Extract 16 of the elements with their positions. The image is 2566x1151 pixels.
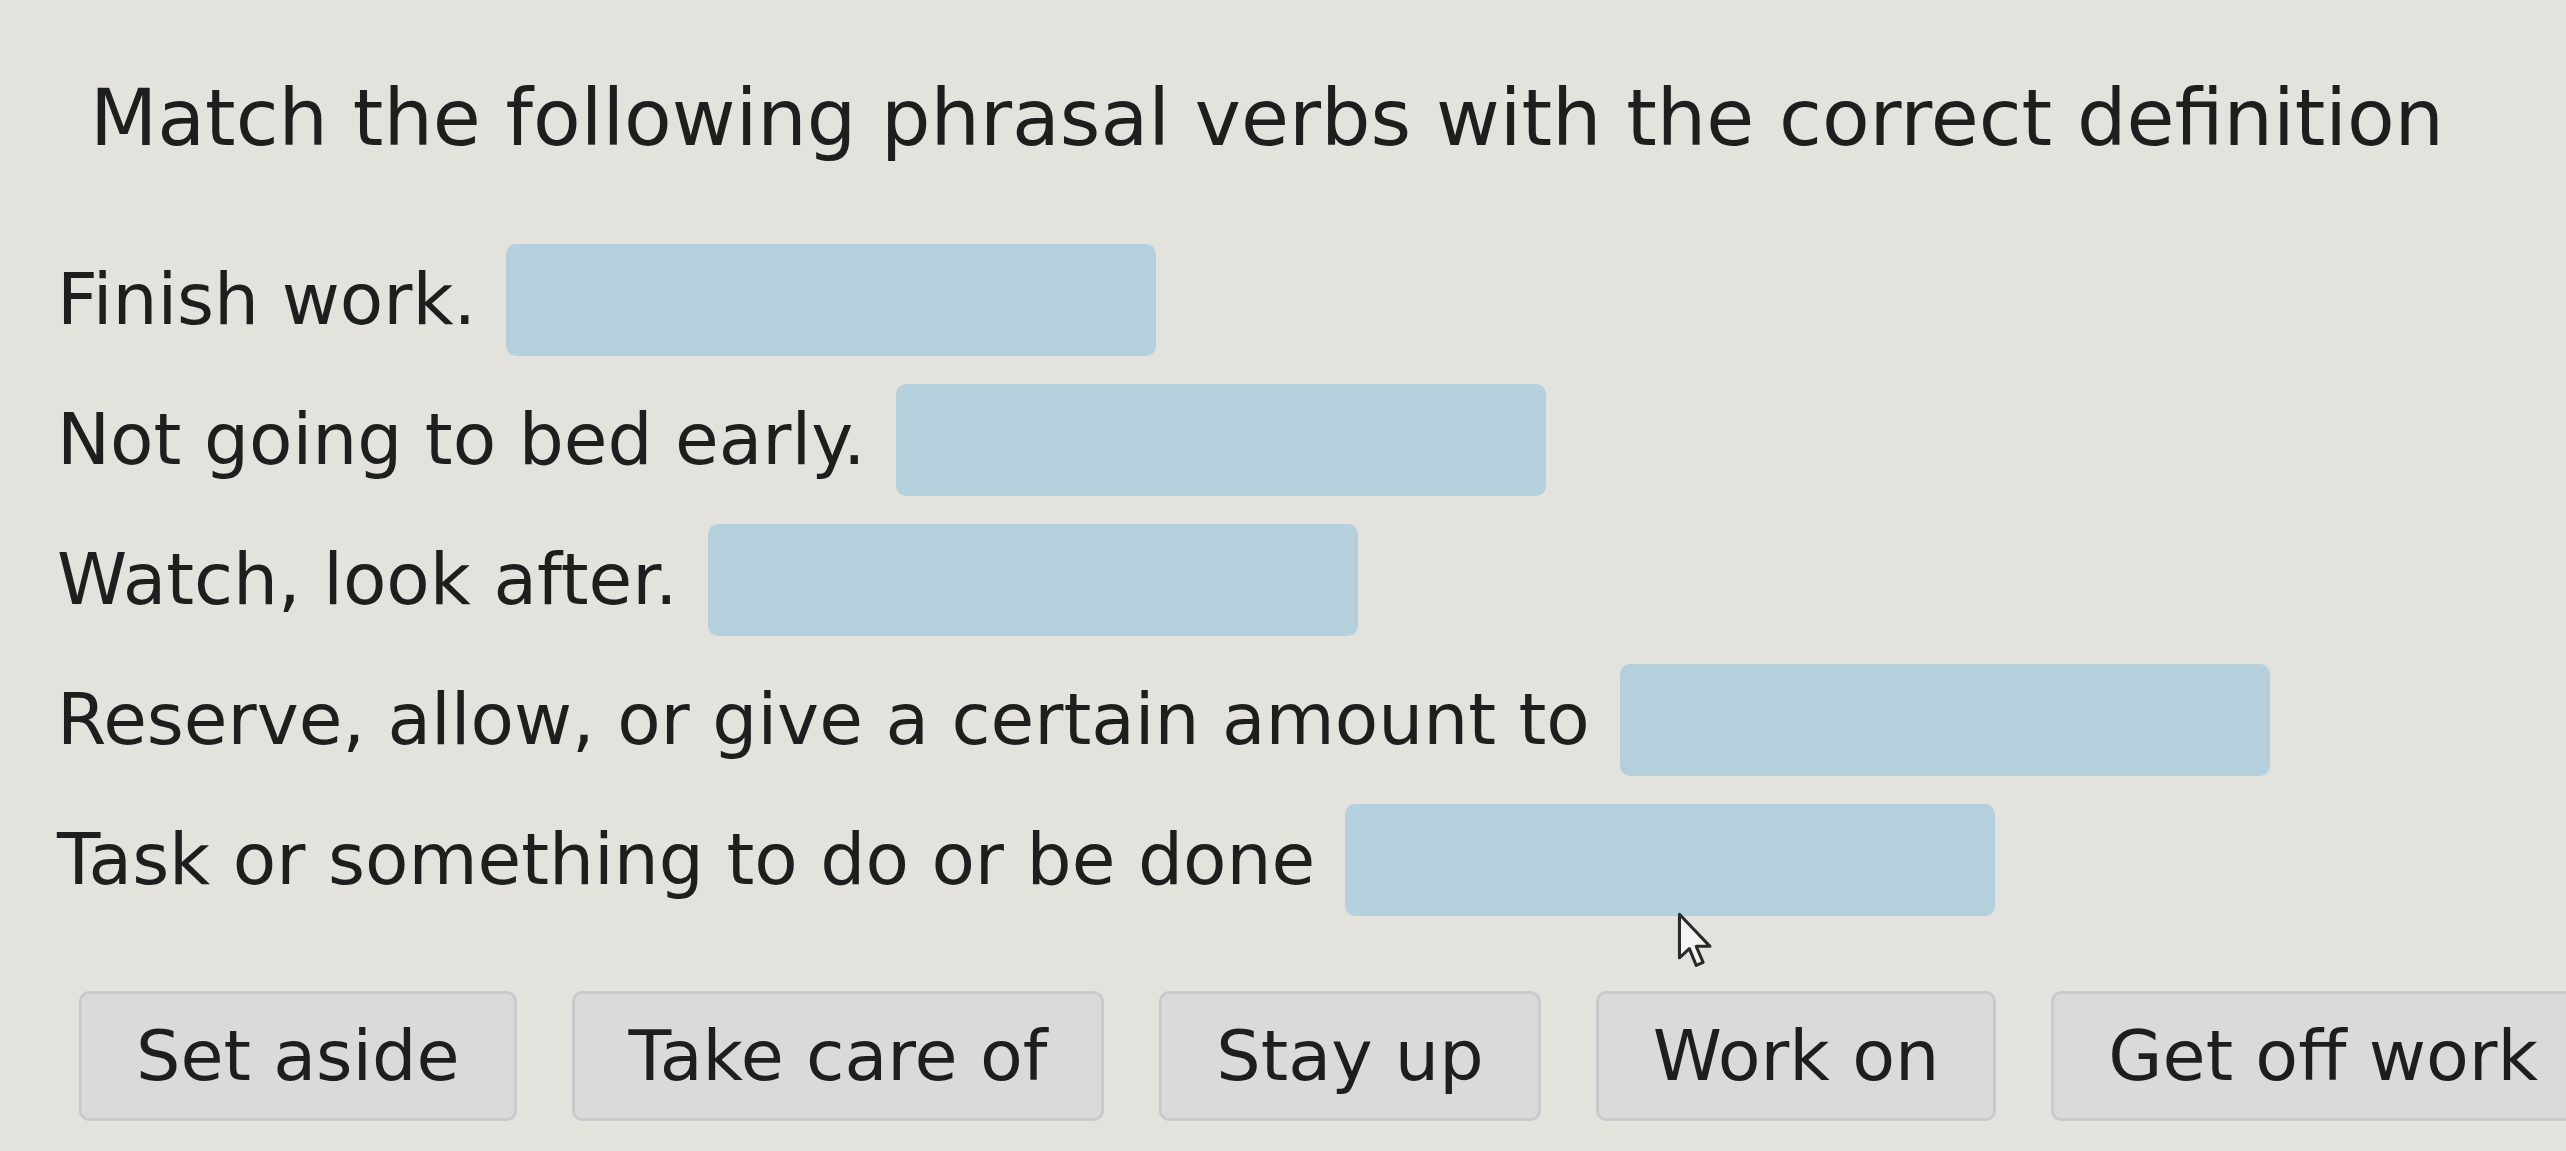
definition-text: Task or something to do or be done [57, 817, 1316, 903]
answer-box[interactable] [707, 524, 1358, 636]
answer-box[interactable] [506, 244, 1157, 356]
answer-option-button[interactable]: Stay up [1159, 991, 1541, 1121]
answer-option-button[interactable]: Get off work [2051, 991, 2566, 1121]
answer-box[interactable] [1619, 664, 2270, 776]
definition-text: Finish work. [57, 257, 477, 343]
answer-option-button[interactable]: Take care of [571, 991, 1105, 1121]
answer-box[interactable] [895, 384, 1546, 496]
answer-option-button[interactable]: Set aside [79, 991, 517, 1121]
definition-text: Reserve, allow, or give a certain amount to [57, 677, 1590, 763]
definition-text: Not going to bed early. [57, 397, 866, 483]
answer-option-button[interactable]: Work on [1595, 991, 1997, 1121]
instruction-heading: Match the following phrasal verbs with the correct definition [90, 72, 2445, 165]
definition-text: Watch, look after. [57, 537, 678, 623]
answer-box[interactable] [1345, 804, 1996, 916]
